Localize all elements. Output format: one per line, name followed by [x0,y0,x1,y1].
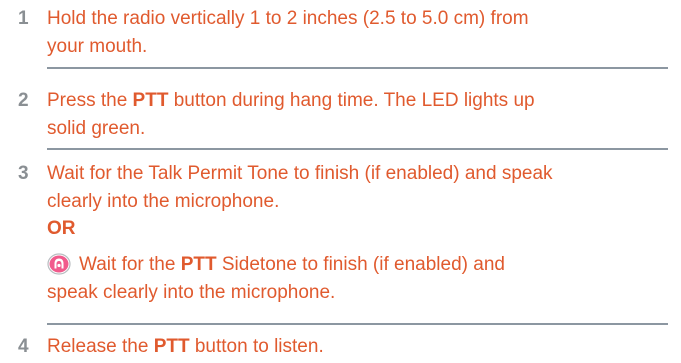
ptt-label: PTT [153,336,190,357]
step-3: 3 Wait for the Talk Permit Tone to finis… [0,160,681,307]
step-divider [47,148,668,150]
step-text-line: clearly into the microphone. [47,191,280,212]
step-text-line: speak clearly into the microphone. [47,282,336,303]
step-2: 2 Press the PTT button during hang time.… [0,87,681,143]
step-number: 3 [18,163,29,184]
or-label: OR [47,218,76,239]
step-text-line: solid green. [47,118,146,139]
step-divider [47,323,668,325]
sidetone-icon [47,253,73,275]
step-divider [47,67,668,69]
step-4: 4 Release the PTT button to listen. [0,333,681,361]
step-text-line: your mouth. [47,36,148,57]
step-text-line: Release the PTT button to listen. [47,336,324,357]
step-number: 4 [18,336,29,357]
step-number: 1 [18,8,29,29]
ptt-label: PTT [180,254,217,275]
step-text-line: Press the PTT button during hang time. T… [47,90,535,111]
step-text-line: Wait for the Talk Permit Tone to finish … [47,163,553,184]
step-number: 2 [18,90,29,111]
step-text-line: Hold the radio vertically 1 to 2 inches … [47,8,529,29]
ptt-label: PTT [132,90,169,111]
step-text-line: Wait for the PTT Sidetone to finish (if … [47,251,681,279]
step-1: 1 Hold the radio vertically 1 to 2 inche… [0,5,681,61]
